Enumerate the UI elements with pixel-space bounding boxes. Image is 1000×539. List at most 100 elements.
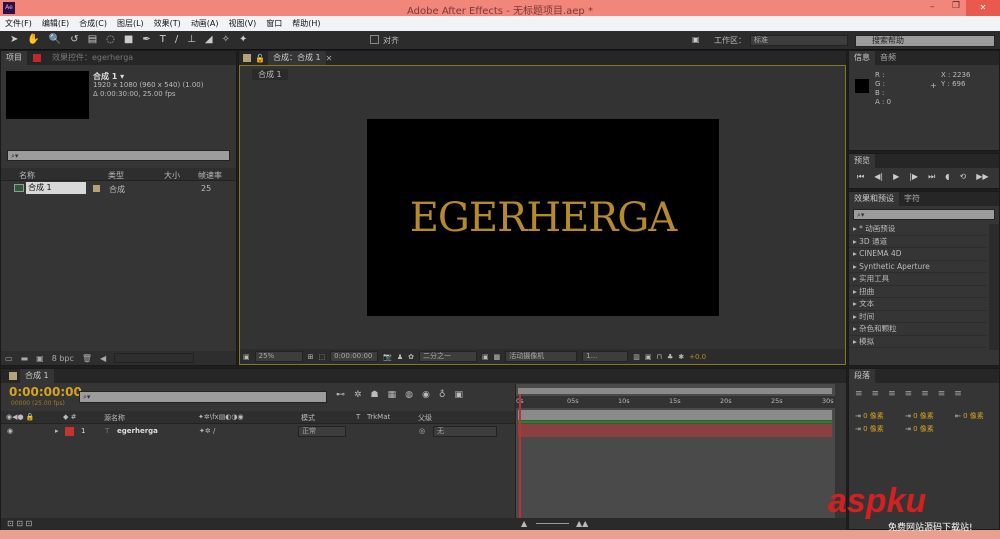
text-tool-icon[interactable]: T: [160, 34, 166, 45]
effects-item[interactable]: ▸ 3D 通道: [849, 236, 987, 248]
layer-switches-icon[interactable]: ✦✲ /: [199, 427, 215, 435]
space-before[interactable]: ⇥ 0 像素: [905, 411, 934, 421]
new-comp-icon[interactable]: ▣: [36, 354, 44, 363]
comp-canvas[interactable]: EGERHERGA: [367, 119, 719, 316]
column-parent[interactable]: 父级: [418, 413, 432, 423]
frame-blending-icon[interactable]: ▦: [388, 390, 397, 400]
rotate-tool-icon[interactable]: ↺: [70, 34, 78, 45]
show-snapshot-icon[interactable]: ♟: [397, 353, 403, 361]
tab-timeline-comp[interactable]: 合成 1: [20, 369, 54, 383]
close-tab-icon[interactable]: ✕: [326, 54, 333, 63]
tab-preview[interactable]: 预览: [849, 154, 875, 168]
indent-right[interactable]: ⇤ 0 像素: [955, 411, 984, 421]
indent-left[interactable]: ⇥ 0 像素: [855, 411, 884, 421]
expand-icon[interactable]: ▸: [55, 427, 59, 435]
column-name[interactable]: 名称: [19, 170, 35, 181]
live-update-icon[interactable]: ▣: [454, 390, 463, 400]
work-area-bar[interactable]: [518, 410, 832, 420]
help-search-input[interactable]: 搜索帮助: [855, 35, 995, 47]
justify-all-icon[interactable]: ≡: [954, 389, 962, 399]
layer-name[interactable]: egerherga: [117, 427, 158, 435]
mask-icon[interactable]: ⬚: [319, 353, 326, 361]
viewer-area[interactable]: 合成 1 EGERHERGA ▣ 25% ⊞ ⬚ 0:00:00:00 📷 ♟ …: [239, 65, 846, 365]
tab-info[interactable]: 信息: [849, 51, 875, 65]
project-item-row[interactable]: 合成 1 合成 25: [1, 182, 223, 195]
snap-checkbox[interactable]: [370, 35, 379, 44]
effects-item[interactable]: ▸ * 动画预设: [849, 223, 987, 236]
mute-icon[interactable]: ◖: [945, 172, 949, 182]
item-name[interactable]: 合成 1: [26, 182, 86, 194]
graph-editor-icon[interactable]: ◉: [422, 390, 430, 400]
snapshot-icon[interactable]: 📷: [383, 353, 392, 361]
tab-project[interactable]: 项目: [1, 51, 27, 65]
space-after[interactable]: ⇥ 0 像素: [905, 424, 934, 434]
effects-search-input[interactable]: ⌕▾: [853, 209, 995, 220]
effects-item[interactable]: ▸ Synthetic Aperture: [849, 261, 987, 273]
selection-tool-icon[interactable]: ➤: [10, 34, 18, 45]
workspace-icon[interactable]: ▣: [692, 35, 700, 44]
resolution-dropdown[interactable]: 二分之一: [419, 351, 477, 362]
first-frame-icon[interactable]: ⏮: [857, 172, 864, 182]
time-ruler[interactable]: 0s05s10s15s20s25s30s: [516, 396, 836, 408]
comp-mini-flowchart-icon[interactable]: ⊷: [336, 390, 345, 400]
timeline-search-input[interactable]: ⌕▾: [79, 391, 327, 403]
comp-text-layer[interactable]: EGERHERGA: [367, 195, 719, 241]
menu-view[interactable]: 视图(V): [229, 18, 257, 29]
prev-frame-icon[interactable]: ◀|: [874, 172, 883, 182]
zoom-dropdown[interactable]: 25%: [254, 351, 303, 362]
justify-center-icon[interactable]: ≡: [921, 389, 929, 399]
column-source-name[interactable]: 源名称: [104, 413, 125, 423]
menu-animation[interactable]: 动画(A): [191, 18, 219, 29]
fast-preview-icon[interactable]: ▣: [645, 353, 652, 361]
draft-3d-icon[interactable]: ✲: [354, 390, 362, 400]
hide-shy-icon[interactable]: ☗: [371, 390, 379, 400]
timeline-zoom-slider[interactable]: [536, 523, 569, 524]
effects-item[interactable]: ▸ 扭曲: [849, 286, 987, 298]
lock-icon[interactable]: 🔓: [255, 54, 265, 63]
flowchart-icon[interactable]: ♣: [667, 353, 673, 361]
interpret-footage-icon[interactable]: ▭: [5, 354, 13, 363]
grid-icon[interactable]: ⊞: [308, 353, 314, 361]
align-left-icon[interactable]: ≡: [855, 389, 863, 399]
effects-item[interactable]: ▸ 杂色和颗粒: [849, 323, 987, 336]
timeline-icon[interactable]: ⊓: [657, 353, 662, 361]
align-center-icon[interactable]: ≡: [872, 389, 880, 399]
motion-blur-icon[interactable]: ◍: [405, 390, 413, 400]
tab-paragraph[interactable]: 段落: [849, 369, 875, 383]
tab-effects-presets[interactable]: 效果和预设: [849, 192, 899, 206]
toggle-pixel-icon[interactable]: ▥: [633, 353, 640, 361]
align-right-icon[interactable]: ≡: [888, 389, 896, 399]
blend-mode-dropdown[interactable]: 正常: [298, 426, 346, 437]
channel-icon[interactable]: ✿: [408, 353, 414, 361]
views-dropdown[interactable]: 1...: [582, 351, 629, 362]
exposure-value[interactable]: +0.0: [689, 353, 706, 361]
effects-item[interactable]: ▸ 实用工具: [849, 273, 987, 286]
tab-character[interactable]: 字符: [899, 192, 925, 206]
play-icon[interactable]: ▶: [893, 172, 899, 182]
roto-brush-icon[interactable]: ✧: [222, 34, 230, 45]
tab-audio[interactable]: 音频: [875, 51, 901, 65]
layer-row[interactable]: ◉ ▸ 1 T egerherga ✦✲ / 正常 ◎ 无: [1, 425, 515, 438]
maximize-button[interactable]: ❐: [952, 1, 960, 11]
timeline-timecode[interactable]: 0:00:00:00: [9, 385, 82, 399]
minimize-button[interactable]: –: [930, 2, 935, 12]
brush-tool-icon[interactable]: /: [175, 34, 178, 45]
close-button[interactable]: ✕: [966, 0, 1000, 16]
brainstorm-icon[interactable]: ♁: [439, 390, 446, 400]
layer-duration-bar[interactable]: [518, 424, 832, 437]
first-line-indent[interactable]: ⇥ 0 像素: [855, 424, 884, 434]
project-search-input[interactable]: ⌕▾: [7, 150, 230, 161]
puppet-tool-icon[interactable]: ✦: [239, 34, 247, 45]
column-fps[interactable]: 帧速率: [198, 170, 222, 181]
effects-item[interactable]: ▸ 模拟: [849, 336, 987, 348]
column-trkmat[interactable]: TrkMat: [367, 413, 390, 421]
indent-right-value[interactable]: 0 像素: [963, 412, 984, 420]
menu-effect[interactable]: 效果(T): [154, 18, 181, 29]
eraser-tool-icon[interactable]: ◢: [205, 34, 213, 45]
layer-label-color[interactable]: [65, 427, 74, 436]
region-icon[interactable]: ▣: [482, 353, 489, 361]
camera-dropdown[interactable]: 活动摄像机: [505, 351, 578, 362]
pan-behind-tool-icon[interactable]: ◌: [106, 34, 115, 45]
column-size[interactable]: 大小: [164, 170, 180, 181]
hand-tool-icon[interactable]: ✋: [27, 34, 39, 45]
